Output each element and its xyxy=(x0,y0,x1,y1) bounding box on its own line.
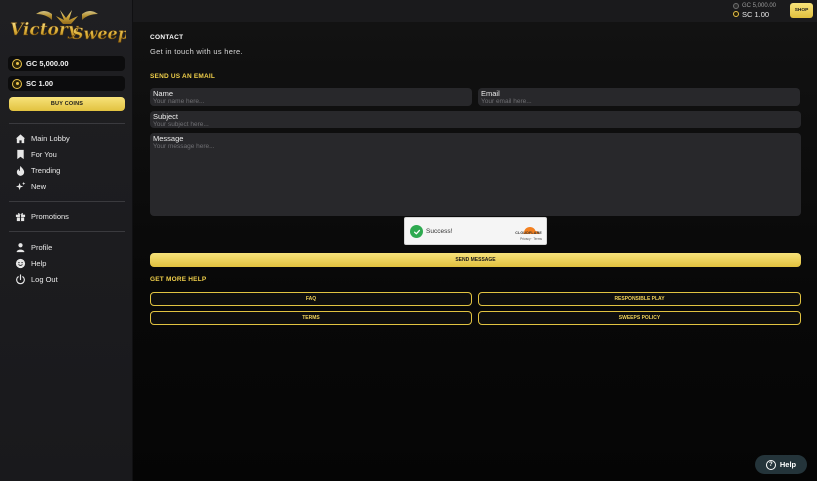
sidebar-item-for-you[interactable]: For You xyxy=(14,147,57,161)
bookmark-icon xyxy=(14,148,26,160)
send-message-button[interactable]: SEND MESSAGE xyxy=(150,253,801,267)
floating-help-button[interactable]: ? Help xyxy=(755,455,807,474)
captcha-status: Success! xyxy=(426,228,453,235)
subject-field[interactable]: Subject Your subject here... xyxy=(150,111,801,128)
subject-label: Subject xyxy=(153,112,179,121)
gc-balance-pill[interactable]: GC 5,000.00 xyxy=(8,56,125,71)
captcha-widget[interactable]: Success! CLOUDFLARE Privacy · Terms xyxy=(404,217,547,245)
name-field[interactable]: Name Your name here... xyxy=(150,88,472,106)
sidebar-item-trending[interactable]: Trending xyxy=(14,163,60,177)
message-field[interactable]: Message Your message here... xyxy=(150,133,801,216)
contact-page: CONTACT Get in touch with us here. SEND … xyxy=(133,22,817,481)
shop-button[interactable]: SHOP xyxy=(790,3,813,18)
sidebar-item-help[interactable]: Help xyxy=(14,256,46,270)
user-icon xyxy=(14,241,26,253)
message-label: Message xyxy=(153,134,184,143)
faq-button[interactable]: FAQ xyxy=(150,292,472,306)
message-placeholder: Your message here... xyxy=(153,143,215,150)
sidebar-divider xyxy=(9,123,125,124)
brand-logo[interactable]: Victory Sweep xyxy=(8,6,126,46)
sidebar-item-new[interactable]: New xyxy=(14,179,46,193)
top-sc-balance: SC 1.00 xyxy=(733,9,785,19)
sweeps-policy-button[interactable]: SWEEPS POLICY xyxy=(478,311,801,325)
name-placeholder: Your name here... xyxy=(153,98,205,105)
svg-text:Sweep: Sweep xyxy=(72,24,126,43)
sc-balance-label: SC 1.00 xyxy=(26,79,54,88)
terms-button[interactable]: TERMS xyxy=(150,311,472,325)
check-icon xyxy=(410,225,423,238)
smiley-icon xyxy=(14,257,26,269)
gold-coin-icon xyxy=(12,58,22,69)
flame-icon xyxy=(14,164,26,176)
sidebar-item-label: Promotions xyxy=(31,211,69,221)
email-field[interactable]: Email Your email here... xyxy=(478,88,800,106)
top-gc-label: GC 5,000.00 xyxy=(742,3,777,9)
cloudflare-brand: CLOUDFLARE xyxy=(515,231,542,235)
top-sc-label: SC 1.00 xyxy=(742,9,770,19)
sparkle-icon xyxy=(14,180,26,192)
sc-balance-pill[interactable]: SC 1.00 xyxy=(8,76,125,91)
page-subtitle: Get in touch with us here. xyxy=(150,47,243,56)
victory-sweep-logo-icon: Victory Sweep xyxy=(10,10,126,43)
top-balance[interactable]: GC 5,000.00 SC 1.00 xyxy=(733,2,785,20)
more-help-title: GET MORE HELP xyxy=(150,276,207,283)
gold-coin-icon xyxy=(733,3,739,9)
buy-coins-button[interactable]: BUY COINS xyxy=(9,97,125,111)
page-title: CONTACT xyxy=(150,34,184,41)
sidebar-item-promotions[interactable]: Promotions xyxy=(14,209,69,223)
sidebar-divider xyxy=(9,201,125,202)
sidebar-item-label: New xyxy=(31,181,47,191)
sweeps-coin-icon xyxy=(733,11,739,17)
sidebar-divider xyxy=(9,231,125,232)
sidebar: Victory Sweep GC 5,000.00 SC 1.00 BUY CO… xyxy=(0,0,133,481)
power-icon xyxy=(14,273,26,285)
email-label: Email xyxy=(481,89,500,98)
sidebar-item-profile[interactable]: Profile xyxy=(14,240,52,254)
sidebar-item-label: For You xyxy=(31,149,57,159)
gc-balance-label: GC 5,000.00 xyxy=(26,59,69,68)
floating-help-label: Help xyxy=(779,460,797,469)
sidebar-item-label: Trending xyxy=(31,165,61,175)
sidebar-item-label: Main Lobby xyxy=(31,133,70,143)
email-placeholder: Your email here... xyxy=(481,98,532,105)
svg-text:Victory: Victory xyxy=(10,20,79,40)
captcha-links[interactable]: Privacy · Terms xyxy=(520,237,542,241)
sidebar-item-label: Help xyxy=(31,258,47,268)
sidebar-item-label: Profile xyxy=(31,242,53,252)
email-section-title: SEND US AN EMAIL xyxy=(150,73,216,80)
sweeps-coin-icon xyxy=(12,78,22,89)
home-icon xyxy=(14,132,26,144)
sidebar-item-label: Log Out xyxy=(31,274,58,284)
subject-placeholder: Your subject here... xyxy=(153,121,209,128)
name-label: Name xyxy=(153,89,174,98)
sidebar-item-main-lobby[interactable]: Main Lobby xyxy=(14,131,70,145)
responsible-play-button[interactable]: RESPONSIBLE PLAY xyxy=(478,292,801,306)
gift-icon xyxy=(14,210,26,222)
sidebar-item-log-out[interactable]: Log Out xyxy=(14,272,58,286)
top-bar: GC 5,000.00 SC 1.00 SHOP xyxy=(133,0,817,22)
question-icon: ? xyxy=(765,459,776,470)
